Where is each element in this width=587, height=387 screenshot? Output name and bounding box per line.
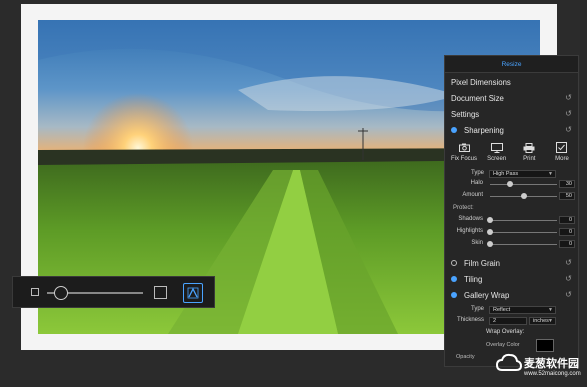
highlights-value[interactable]: 0 — [559, 228, 575, 236]
thickness-input[interactable]: 2 — [489, 317, 527, 325]
select-value: High Pass — [493, 171, 519, 177]
sharpen-presets: Fix Focus Screen Print More — [449, 142, 577, 168]
shadows-value[interactable]: 0 — [559, 216, 575, 224]
thickness-label: Thickness — [456, 317, 484, 323]
halo-value[interactable]: 30 — [559, 180, 575, 188]
skin-slider-knob[interactable] — [487, 241, 493, 247]
halo-row: Halo 30 — [445, 180, 578, 189]
halo-slider[interactable] — [490, 181, 557, 187]
highlights-label: Highlights — [456, 228, 483, 234]
highlights-row: Highlights 0 — [445, 228, 578, 237]
tool-label: Screen — [487, 156, 507, 162]
zoom-slider-thumb[interactable] — [54, 286, 68, 300]
site-watermark: 麦葱软件园 www.52maicong.com — [496, 347, 586, 387]
chevron-down-icon: ▼ — [548, 307, 553, 313]
watermark-url: www.52maicong.com — [524, 371, 581, 377]
enabled-dot-icon[interactable] — [451, 276, 457, 282]
section-tiling[interactable]: Tiling ↺ — [445, 271, 578, 287]
reset-icon[interactable]: ↺ — [564, 93, 573, 102]
amount-slider[interactable] — [490, 193, 557, 199]
skin-slider[interactable] — [487, 241, 557, 247]
thickness-unit-select[interactable]: inches ▼ — [529, 317, 556, 325]
skin-value[interactable]: 0 — [559, 240, 575, 248]
reset-icon[interactable]: ↺ — [564, 290, 573, 299]
printer-icon — [523, 142, 535, 153]
panel-header: Resize — [445, 56, 578, 73]
print-button[interactable]: Print — [514, 142, 544, 168]
resize-panel: Resize Pixel Dimensions Document Size ↺ … — [444, 55, 579, 367]
opacity-label: Opacity — [456, 354, 475, 360]
shadows-slider-knob[interactable] — [487, 217, 493, 223]
enabled-dot-icon[interactable] — [451, 127, 457, 133]
reset-icon[interactable]: ↺ — [564, 125, 573, 134]
section-film-grain[interactable]: Film Grain ↺ — [445, 255, 578, 271]
wrap-type-select[interactable]: Reflect ▼ — [489, 306, 556, 314]
sharpen-type-select[interactable]: High Pass ▼ — [489, 170, 556, 178]
fit-to-screen-icon[interactable] — [183, 283, 203, 303]
highlights-slider[interactable] — [487, 229, 557, 235]
tool-label: Print — [523, 156, 536, 162]
protect-label: Protect: — [453, 205, 474, 211]
skin-row: Skin 0 — [445, 240, 578, 249]
section-label: Gallery Wrap — [464, 290, 510, 300]
reset-icon[interactable]: ↺ — [564, 274, 573, 283]
thickness-row: Thickness 2 inches ▼ — [445, 317, 578, 326]
section-label: Sharpening — [464, 125, 504, 135]
zoom-toolbar — [12, 276, 215, 308]
disabled-dot-icon[interactable] — [451, 260, 457, 266]
section-label: Document Size — [451, 93, 504, 103]
halo-label: Halo — [470, 180, 483, 186]
section-label: Film Grain — [464, 258, 500, 268]
section-settings[interactable]: Settings ↺ — [445, 106, 578, 122]
select-value: Reflect — [493, 307, 511, 313]
tool-label: More — [555, 156, 569, 162]
wrap-type-label: Type — [470, 306, 484, 312]
amount-slider-knob[interactable] — [520, 193, 527, 199]
reset-icon[interactable]: ↺ — [564, 109, 573, 118]
section-label: Tiling — [464, 274, 483, 284]
wrap-overlay-label: Wrap Overlay: — [486, 329, 525, 335]
sharpen-type-row: Type High Pass ▼ — [445, 170, 578, 179]
shadows-label: Shadows — [458, 216, 483, 222]
checkbox-icon — [556, 142, 568, 153]
section-label: Settings — [451, 109, 480, 119]
highlights-slider-knob[interactable] — [487, 229, 493, 235]
more-button[interactable]: More — [547, 142, 577, 168]
cloud-logo-icon — [496, 353, 522, 371]
tool-label: Fix Focus — [450, 156, 477, 162]
amount-label: Amount — [462, 192, 483, 198]
halo-slider-knob[interactable] — [507, 181, 514, 187]
shadows-row: Shadows 0 — [445, 216, 578, 225]
chevron-down-icon: ▼ — [548, 171, 553, 177]
section-document-size[interactable]: Document Size ↺ — [445, 90, 578, 106]
select-value: inches — [533, 318, 549, 324]
monitor-icon — [490, 142, 503, 153]
amount-row: Amount 50 — [445, 192, 578, 201]
reset-icon[interactable]: ↺ — [564, 258, 573, 267]
shadows-slider[interactable] — [487, 217, 557, 223]
watermark-name: 麦葱软件园 — [524, 358, 579, 370]
section-gallery-wrap[interactable]: Gallery Wrap ↺ — [445, 287, 578, 303]
chevron-down-icon: ▼ — [548, 318, 553, 324]
section-sharpening[interactable]: Sharpening ↺ — [445, 122, 578, 138]
screen-button[interactable]: Screen — [482, 142, 512, 168]
type-label: Type — [470, 170, 484, 176]
wrap-type-row: Type Reflect ▼ — [445, 306, 578, 315]
camera-icon — [458, 142, 470, 153]
section-label: Pixel Dimensions — [451, 77, 511, 87]
fix-focus-button[interactable]: Fix Focus — [449, 142, 479, 168]
zoom-in-icon[interactable] — [154, 286, 167, 299]
thickness-value: 2 — [493, 318, 497, 324]
amount-value[interactable]: 50 — [559, 192, 575, 200]
enabled-dot-icon[interactable] — [451, 292, 457, 298]
section-pixel-dimensions[interactable]: Pixel Dimensions — [445, 74, 578, 90]
zoom-out-icon[interactable] — [31, 288, 39, 296]
skin-label: Skin — [471, 240, 483, 246]
